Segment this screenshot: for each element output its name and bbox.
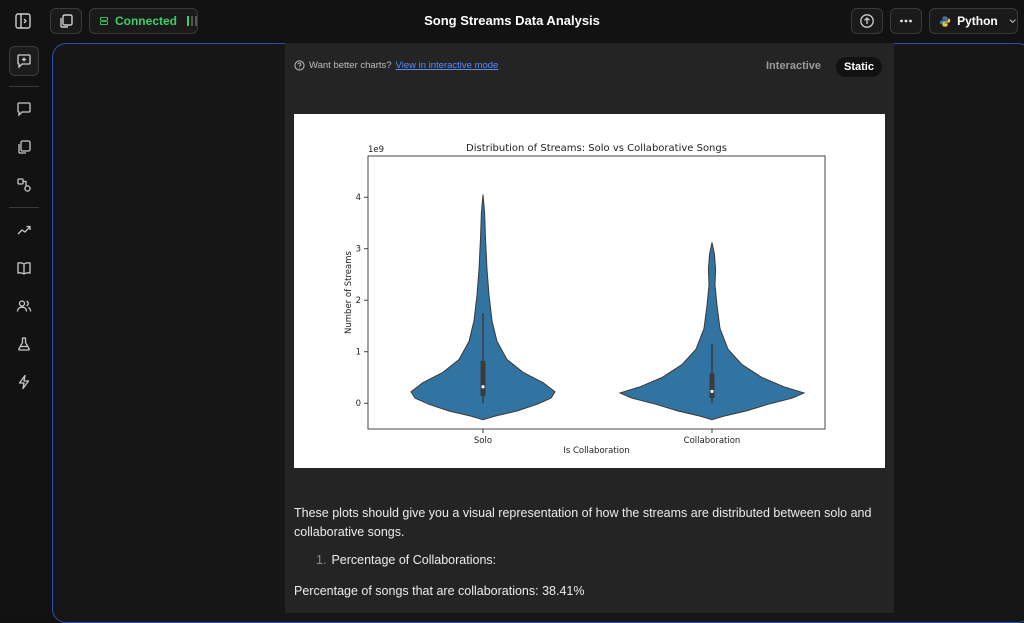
- toggle-sidebar-button[interactable]: [8, 8, 38, 34]
- median-marker: [710, 389, 714, 393]
- chart-title: Distribution of Streams: Solo vs Collabo…: [466, 143, 727, 154]
- top-bar: Connected Song Streams Data Analysis Pyt…: [0, 0, 1024, 42]
- list-number: 1.: [316, 553, 327, 567]
- sidebar-item-new-chat[interactable]: [9, 46, 39, 76]
- connection-status-button[interactable]: Connected: [89, 8, 198, 34]
- trend-icon: [17, 225, 31, 235]
- median-marker: [481, 385, 485, 389]
- server-icon: [99, 16, 109, 26]
- y-axis-label: Number of Streams: [344, 250, 354, 333]
- shapes-icon: [17, 178, 31, 192]
- sidebar-item-automations[interactable]: [9, 367, 39, 397]
- sidebar-divider: [9, 86, 39, 87]
- list-item-text: Percentage of Collaborations:: [331, 553, 497, 567]
- x-tick-label: Solo: [474, 436, 492, 446]
- x-axis-label: Is Collaboration: [563, 446, 629, 456]
- copy-notebook-button[interactable]: [50, 8, 82, 34]
- sidebar: [0, 42, 48, 613]
- y-tick-label: 1: [356, 348, 361, 358]
- more-icon: [900, 19, 912, 23]
- y-tick-label: 3: [356, 245, 361, 255]
- sidebar-divider: [9, 207, 39, 208]
- iqr-box: [480, 361, 486, 397]
- iqr-box: [709, 373, 715, 399]
- flask-icon: [18, 337, 30, 351]
- violin-chart: 0 1 2 3 4 Solo Collaboration Distribution of St…: [344, 143, 826, 456]
- sidebar-item-chats[interactable]: [9, 94, 39, 124]
- share-button[interactable]: [851, 8, 883, 34]
- y-tick-label: 4: [356, 193, 361, 203]
- sidebar-item-team[interactable]: [9, 291, 39, 321]
- sidebar-item-library[interactable]: [9, 253, 39, 283]
- language-label: Python: [957, 14, 998, 28]
- users-icon: [16, 300, 32, 312]
- new-chat-icon: [17, 54, 31, 69]
- summary-paragraph: These plots should give you a visual rep…: [294, 506, 872, 539]
- more-options-button[interactable]: [890, 8, 922, 34]
- python-icon: [939, 15, 951, 27]
- sidebar-item-lab[interactable]: [9, 329, 39, 359]
- chat-icon: [17, 102, 31, 117]
- copy-icon: [60, 14, 73, 28]
- toggle-static[interactable]: Static: [836, 57, 882, 77]
- help-circle-icon: [294, 60, 305, 71]
- chart-image: 0 1 2 3 4 Solo Collaboration Distribution of St…: [294, 114, 885, 468]
- percentage-result: Percentage of songs that are collaborati…: [294, 584, 585, 598]
- bolt-icon: [18, 374, 30, 390]
- list-item: 1. Percentage of Collaborations:: [316, 553, 496, 567]
- y-offset-label: 1e9: [368, 145, 384, 155]
- upload-icon: [860, 14, 874, 28]
- language-select[interactable]: Python: [929, 8, 1018, 34]
- sidebar-item-trends[interactable]: [9, 215, 39, 245]
- panel-toggle-icon: [15, 13, 31, 29]
- connection-status-label: Connected: [114, 14, 177, 28]
- y-tick-label: 2: [356, 296, 361, 306]
- x-tick-label: Collaboration: [684, 436, 741, 446]
- book-icon: [17, 262, 31, 275]
- hint-text: Want better charts?: [309, 60, 392, 71]
- y-tick-label: 0: [356, 399, 361, 409]
- interactive-mode-link[interactable]: View in interactive mode: [396, 60, 499, 71]
- sidebar-item-files[interactable]: [9, 132, 39, 162]
- chevron-down-icon: [1009, 19, 1016, 24]
- signal-bars-icon: [187, 16, 197, 26]
- sidebar-item-integrations[interactable]: [9, 170, 39, 200]
- chart-mode-hint: Want better charts? View in interactive …: [294, 60, 498, 71]
- copy-icon: [18, 140, 31, 154]
- toggle-interactive[interactable]: Interactive: [766, 60, 821, 72]
